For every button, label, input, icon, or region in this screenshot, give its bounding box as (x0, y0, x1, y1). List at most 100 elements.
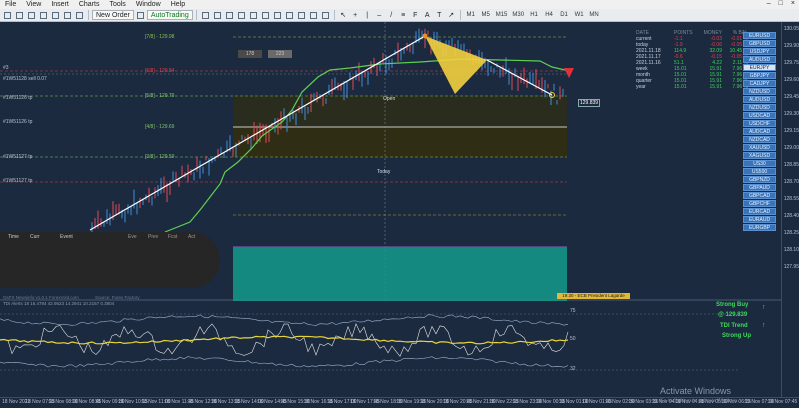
tile-windows-icon[interactable] (260, 10, 271, 20)
timeframe-w1[interactable]: W1 (572, 10, 586, 20)
news-col-currency: Curr (30, 234, 40, 240)
symbol-button-gbpcad[interactable]: GBPCAD (743, 192, 776, 199)
market-watch-icon[interactable] (26, 10, 37, 20)
timeframe-h1[interactable]: H1 (527, 10, 541, 20)
label-icon[interactable]: T (434, 10, 445, 20)
vertical-line-icon[interactable]: | (362, 10, 373, 20)
toolbar-separator (459, 10, 461, 20)
timeframe-m30[interactable]: M30 (510, 10, 526, 20)
timeframe-m5[interactable]: M5 (479, 10, 493, 20)
bar-chart-icon[interactable] (200, 10, 211, 20)
symbol-button-cadjpy[interactable]: CADJPY (743, 80, 776, 87)
symbol-button-xauusd[interactable]: XAUUSD (743, 144, 776, 151)
price-tick: 128.55 (783, 196, 799, 202)
tdi-fast-line (0, 322, 569, 357)
symbol-button-gbpusd[interactable]: GBPUSD (743, 40, 776, 47)
new-order-button[interactable]: New Order (92, 10, 134, 20)
symbol-button-gbpaud[interactable]: GBPAUD (743, 184, 776, 191)
crosshair-icon[interactable]: + (350, 10, 361, 20)
symbol-button-gbpnzd[interactable]: GBPNZD (743, 176, 776, 183)
symbol-button-usdcad[interactable]: USDCAD (743, 112, 776, 119)
tdi-level-label-32: 32 (570, 366, 576, 372)
trendline-icon[interactable]: / (386, 10, 397, 20)
symbol-button-eurjpy[interactable]: EURJPY (743, 64, 776, 71)
text-icon[interactable]: A (422, 10, 433, 20)
timeframe-d1[interactable]: D1 (557, 10, 571, 20)
symbol-button-audusd[interactable]: AUDUSD (743, 96, 776, 103)
templates-icon[interactable] (320, 10, 331, 20)
maximize-icon[interactable]: □ (779, 0, 783, 7)
equidistant-channel-icon[interactable]: ≡ (398, 10, 409, 20)
zoom-in-icon[interactable] (236, 10, 247, 20)
arrows-icon[interactable]: ↗ (446, 10, 457, 20)
symbol-button-gbpjpy[interactable]: GBPJPY (743, 72, 776, 79)
fibonacci-icon[interactable]: F (410, 10, 421, 20)
order-tag: #1W51126 tp (3, 95, 33, 101)
menu-charts[interactable]: Charts (74, 0, 105, 9)
symbol-button-xagusd[interactable]: XAGUSD (743, 152, 776, 159)
activation-watermark-sub: Go to Settings to activate Windows. (660, 398, 739, 404)
pivot-top-marker (422, 33, 428, 39)
menu-help[interactable]: Help (166, 0, 190, 9)
symbol-button-nzdcad[interactable]: NZDCAD (743, 136, 776, 143)
level-label-6: [6/8] - 129.84 (145, 68, 175, 74)
menu-window[interactable]: Window (131, 0, 166, 9)
toolbar-separator (195, 10, 197, 20)
new-chart-icon[interactable] (2, 10, 13, 20)
symbol-button-gbpchf[interactable]: GBPCHF (743, 200, 776, 207)
timeframe-m1[interactable]: M1 (464, 10, 478, 20)
data-window-icon[interactable] (38, 10, 49, 20)
news-col-prev: Prev (148, 234, 159, 240)
symbol-button-us30[interactable]: US30 (743, 160, 776, 167)
tdi-lower-band (0, 356, 569, 368)
metaeditor-icon[interactable] (135, 10, 146, 20)
horizontal-line-icon[interactable]: – (374, 10, 385, 20)
terminal-icon[interactable] (62, 10, 73, 20)
strong-buy-label: Strong Buy (716, 302, 749, 308)
timeframe-h4[interactable]: H4 (542, 10, 556, 20)
chart-shift-icon[interactable] (284, 10, 295, 20)
minimize-icon[interactable]: – (767, 0, 771, 7)
symbol-button-usdchf[interactable]: USDCHF (743, 120, 776, 127)
stats-cell: 15.91 (709, 84, 722, 90)
symbol-button-euraud[interactable]: EURAUD (743, 216, 776, 223)
symbol-button-eurcad[interactable]: EURCAD (743, 208, 776, 215)
line-chart-icon[interactable] (224, 10, 235, 20)
menu-file[interactable]: File (0, 0, 21, 9)
cursor-icon[interactable]: ↖ (338, 10, 349, 20)
menu-insert[interactable]: Insert (46, 0, 74, 9)
indicators-icon[interactable] (296, 10, 307, 20)
toolbar-separator (88, 10, 89, 20)
credit-right: Source: Forex Factory (95, 295, 140, 300)
timeframe-m15[interactable]: M15 (494, 10, 510, 20)
price-tick: 129.90 (783, 43, 799, 49)
tdi-upper-band (0, 314, 569, 326)
zoom-out-icon[interactable] (248, 10, 259, 20)
menu-tools[interactable]: Tools (104, 0, 130, 9)
chart-window[interactable]: 178 223 [7/8] - 129.98 [6/8] - 129.84 [5… (0, 22, 781, 397)
strategy-tester-icon[interactable] (74, 10, 85, 20)
news-col-time: Time (8, 234, 19, 240)
symbol-button-eurgbp[interactable]: EURGBP (743, 224, 776, 231)
autotrading-button[interactable]: AutoTrading (146, 10, 193, 20)
news-panel: Time Curr Event Eve Prev Fcst Act (0, 232, 220, 288)
close-icon[interactable]: × (791, 0, 795, 7)
timeframe-mn[interactable]: MN (587, 10, 601, 20)
auto-scroll-icon[interactable] (272, 10, 283, 20)
symbol-button-nzdusd[interactable]: NZDUSD (743, 104, 776, 111)
symbol-button-nzdusd[interactable]: NZDUSD (743, 88, 776, 95)
level-label-3: [3/8] - 129.59 (145, 154, 175, 160)
current-price-badge: 129.839 (578, 99, 601, 107)
symbol-button-us500[interactable]: US500 (743, 168, 776, 175)
symbol-button-audcad[interactable]: AUDCAD (743, 128, 776, 135)
price-tick: 128.85 (783, 162, 799, 168)
periods-icon[interactable] (308, 10, 319, 20)
profiles-icon[interactable] (14, 10, 25, 20)
symbol-button-usdjpy[interactable]: USDJPY (743, 48, 776, 55)
symbol-button-audusd[interactable]: AUDUSD (743, 56, 776, 63)
menu-view[interactable]: View (21, 0, 46, 9)
symbol-button-eurusd[interactable]: EURUSD (743, 32, 776, 39)
candlestick-icon[interactable] (212, 10, 223, 20)
navigator-icon[interactable] (50, 10, 61, 20)
tdi-trend-label: TDI Trend (720, 323, 748, 329)
